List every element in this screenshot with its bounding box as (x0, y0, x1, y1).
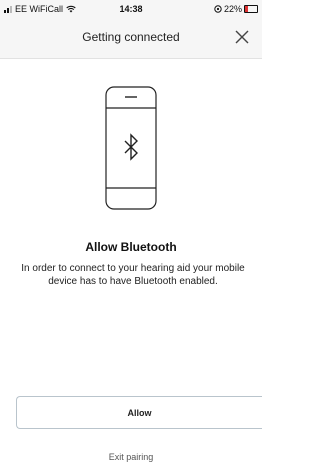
close-icon[interactable] (232, 27, 252, 47)
heading: Allow Bluetooth (85, 240, 177, 254)
phone-illustration (105, 86, 157, 210)
nav-bar: Getting connected (0, 18, 262, 59)
status-bar: EE WiFiCall 14:38 22% (0, 0, 262, 18)
page-title: Getting connected (82, 30, 180, 44)
status-right: 22% (214, 4, 258, 14)
location-icon (214, 5, 222, 13)
battery-percent: 22% (223, 4, 242, 14)
exit-pairing-link[interactable]: Exit pairing (0, 452, 262, 462)
allow-button[interactable]: Allow (16, 396, 262, 429)
battery-icon (244, 5, 258, 13)
description: In order to connect to your hearing aid … (21, 263, 245, 287)
